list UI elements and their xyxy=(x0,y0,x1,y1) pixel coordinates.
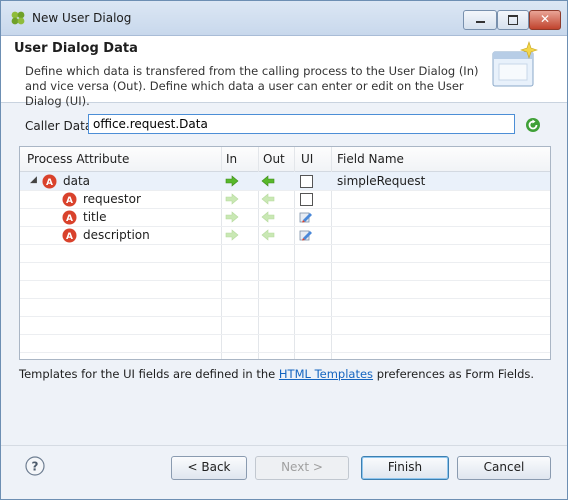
edit-icon[interactable] xyxy=(299,211,313,223)
templates-note-prefix: Templates for the UI fields are defined … xyxy=(19,367,276,381)
collapse-arrow-icon[interactable]: ◢ xyxy=(30,175,37,185)
html-templates-link[interactable]: HTML Templates xyxy=(279,367,373,381)
templates-note: Templates for the UI fields are defined … xyxy=(19,367,534,381)
empty-row xyxy=(20,244,550,263)
attribute-name: requestor xyxy=(83,192,141,206)
next-button[interactable]: Next > xyxy=(255,456,349,480)
table-header: Process Attribute In Out UI Field Name xyxy=(20,147,550,172)
title-bar: New User Dialog ✕ xyxy=(1,1,567,36)
arrow-left-icon[interactable] xyxy=(261,211,275,223)
svg-text:A: A xyxy=(66,232,73,242)
ui-checkbox[interactable] xyxy=(300,193,313,206)
close-icon: ✕ xyxy=(540,12,551,26)
close-button[interactable]: ✕ xyxy=(529,10,561,30)
table-row[interactable]: A description xyxy=(20,226,550,245)
caller-data-input[interactable] xyxy=(88,114,515,134)
empty-row xyxy=(20,262,550,281)
minimize-icon xyxy=(476,21,485,23)
arrow-right-icon[interactable] xyxy=(225,193,239,205)
arrow-right-icon[interactable] xyxy=(225,229,239,241)
attribute-icon: A xyxy=(62,210,77,225)
column-header-field-name[interactable]: Field Name xyxy=(337,152,404,166)
attribute-name: data xyxy=(63,174,91,188)
attribute-table: Process Attribute In Out UI Field Name ◢… xyxy=(19,146,551,360)
column-header-ui[interactable]: UI xyxy=(301,152,313,166)
empty-row xyxy=(20,316,550,335)
app-icon xyxy=(11,11,25,25)
attribute-icon: A xyxy=(62,192,77,207)
ui-checkbox[interactable] xyxy=(300,175,313,188)
templates-note-suffix: preferences as Form Fields. xyxy=(376,367,535,381)
caller-data-label: Caller Data: xyxy=(25,119,97,133)
svg-text:A: A xyxy=(66,214,73,224)
footer-separator xyxy=(1,445,567,446)
table-row[interactable]: A title xyxy=(20,208,550,227)
help-icon[interactable]: ? xyxy=(25,456,45,476)
edit-icon[interactable] xyxy=(299,229,313,241)
table-row[interactable]: A requestor xyxy=(20,190,550,209)
wizard-banner-icon xyxy=(492,41,538,87)
svg-text:A: A xyxy=(66,196,73,206)
empty-row xyxy=(20,280,550,299)
attribute-name: title xyxy=(83,210,107,224)
svg-text:?: ? xyxy=(32,460,39,474)
finish-button[interactable]: Finish xyxy=(361,456,449,480)
arrow-right-icon[interactable] xyxy=(225,211,239,223)
arrow-right-icon[interactable] xyxy=(225,175,239,187)
empty-row xyxy=(20,298,550,317)
dialog-window: New User Dialog ✕ User Dialog Data Defin… xyxy=(0,0,568,500)
cancel-button[interactable]: Cancel xyxy=(457,456,551,480)
wizard-header: User Dialog Data Define which data is tr… xyxy=(1,36,567,108)
column-header-in[interactable]: In xyxy=(226,152,237,166)
page-title: User Dialog Data xyxy=(14,41,138,56)
column-header-process-attribute[interactable]: Process Attribute xyxy=(27,152,129,166)
maximize-icon xyxy=(508,15,518,25)
table-row[interactable]: ◢ A data simpleRequest xyxy=(20,172,550,191)
attribute-icon: A xyxy=(62,228,77,243)
attribute-name: description xyxy=(83,228,150,242)
attribute-icon: A xyxy=(42,174,57,189)
arrow-left-icon[interactable] xyxy=(261,175,275,187)
field-name[interactable]: simpleRequest xyxy=(337,174,425,188)
refresh-icon[interactable] xyxy=(525,117,541,133)
svg-text:A: A xyxy=(46,178,53,188)
page-description: Define which data is transfered from the… xyxy=(25,64,479,108)
back-button[interactable]: < Back xyxy=(171,456,247,480)
column-header-out[interactable]: Out xyxy=(263,152,285,166)
arrow-left-icon[interactable] xyxy=(261,193,275,205)
maximize-button[interactable] xyxy=(497,10,529,30)
arrow-left-icon[interactable] xyxy=(261,229,275,241)
empty-row xyxy=(20,334,550,353)
minimize-button[interactable] xyxy=(463,10,497,30)
window-title: New User Dialog xyxy=(32,11,132,25)
